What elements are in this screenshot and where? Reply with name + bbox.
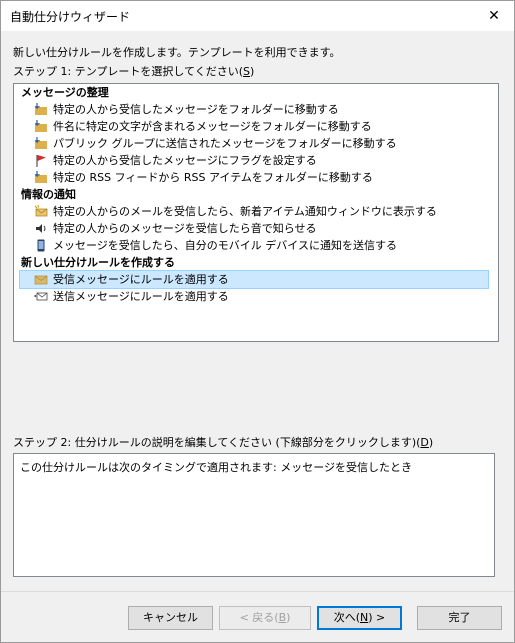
template-list-item-label: 特定の人からのメッセージを受信したら音で知らせる [53, 222, 317, 235]
window-title: 自動仕分けウィザード [10, 10, 131, 24]
rule-description-text: この仕分けルールは次のタイミングで適用されます: メッセージを受信したとき [20, 461, 412, 474]
template-list-item[interactable]: 特定の人からのメッセージを受信したら音で知らせる [14, 220, 498, 237]
list-group-header: 新しい仕分けルールを作成する [21, 256, 175, 269]
rules-wizard-window: 自動仕分けウィザード ✕ 新しい仕分けルールを作成します。テンプレートを利用でき… [0, 0, 515, 643]
template-list[interactable]: メッセージの整理特定の人から受信したメッセージをフォルダーに移動する件名に特定の… [13, 83, 499, 342]
step2-label: ステップ 2: 仕分けルールの説明を編集してください (下線部分をクリックします… [13, 436, 434, 449]
template-list-item[interactable]: 特定の人から受信したメッセージをフォルダーに移動する [14, 101, 498, 118]
template-list-item[interactable]: 送信メッセージにルールを適用する [14, 288, 498, 305]
step1-label: ステップ 1: テンプレートを選択してください(S) [13, 65, 255, 78]
template-list-item[interactable]: 特定の人からのメールを受信したら、新着アイテム通知ウィンドウに表示する [14, 203, 498, 220]
template-list-item[interactable]: パブリック グループに送信されたメッセージをフォルダーに移動する [14, 135, 498, 152]
template-list-item-label: 特定の RSS フィードから RSS アイテムをフォルダーに移動する [53, 171, 373, 184]
template-list-item-label: 特定の人から受信したメッセージにフラグを設定する [53, 154, 317, 167]
template-list-item-label: 受信メッセージにルールを適用する [53, 273, 229, 286]
rule-description-box[interactable]: この仕分けルールは次のタイミングで適用されます: メッセージを受信したとき [13, 453, 495, 577]
template-list-item-label: パブリック グループに送信されたメッセージをフォルダーに移動する [53, 137, 397, 150]
next-button[interactable]: 次へ(N) > [317, 606, 402, 630]
template-list-item[interactable]: 受信メッセージにルールを適用する [19, 270, 489, 289]
template-list-item-label: 特定の人からのメールを受信したら、新着アイテム通知ウィンドウに表示する [53, 205, 437, 218]
list-group-header: メッセージの整理 [21, 86, 109, 99]
template-list-item-label: 件名に特定の文字が含まれるメッセージをフォルダーに移動する [53, 120, 372, 133]
footer-divider [1, 591, 514, 592]
intro-text: 新しい仕分けルールを作成します。テンプレートを利用できます。 [13, 46, 341, 59]
template-list-item-label: 特定の人から受信したメッセージをフォルダーに移動する [53, 103, 339, 116]
title-bar: 自動仕分けウィザード ✕ [1, 1, 514, 31]
template-list-item[interactable]: 特定の人から受信したメッセージにフラグを設定する [14, 152, 498, 169]
template-list-item[interactable]: メッセージを受信したら、自分のモバイル デバイスに通知を送信する [14, 237, 498, 254]
template-list-item[interactable]: 件名に特定の文字が含まれるメッセージをフォルダーに移動する [14, 118, 498, 135]
back-button[interactable]: < 戻る(B) [219, 606, 311, 630]
finish-button[interactable]: 完了 [417, 606, 502, 630]
close-icon[interactable]: ✕ [474, 1, 514, 31]
template-list-item-label: メッセージを受信したら、自分のモバイル デバイスに通知を送信する [53, 239, 397, 252]
template-list-item-label: 送信メッセージにルールを適用する [53, 290, 229, 303]
list-group-header: 情報の通知 [21, 188, 76, 201]
template-list-item[interactable]: 特定の RSS フィードから RSS アイテムをフォルダーに移動する [14, 169, 498, 186]
cancel-button[interactable]: キャンセル [128, 606, 213, 630]
